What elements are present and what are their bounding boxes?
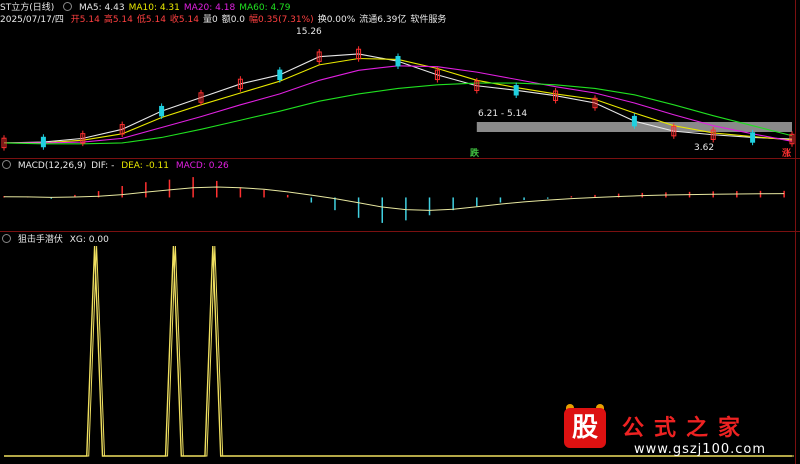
range-annotation: 6.21 - 5.14	[478, 109, 528, 119]
logo-stock-icon: 股	[564, 408, 606, 448]
site-watermark: 股 公式之家 www.gszj100.com	[556, 404, 796, 460]
candle-body	[395, 56, 401, 67]
macd-signal-line	[3, 186, 785, 211]
price-pane	[1, 46, 795, 151]
candle-body	[40, 136, 46, 148]
candle-body	[277, 69, 283, 81]
fall-tag: 跌	[470, 149, 480, 159]
chart-stage: ST立方(日线) MA5: 4.43 MA10: 4.31 MA20: 4.18 MA…	[0, 0, 800, 464]
candle-body	[159, 105, 165, 117]
site-name: 公式之家	[622, 416, 751, 441]
rise-tag: 涨	[782, 149, 792, 159]
candle-body	[513, 85, 519, 96]
high-annotation: 15.26	[296, 27, 322, 37]
chart-svg[interactable]	[0, 0, 800, 464]
macd-pane	[3, 177, 785, 223]
candle-body	[750, 132, 756, 143]
low-annotation: 3.62	[694, 143, 715, 153]
site-url: www.gszj100.com	[634, 442, 767, 457]
candle-body	[631, 115, 637, 127]
